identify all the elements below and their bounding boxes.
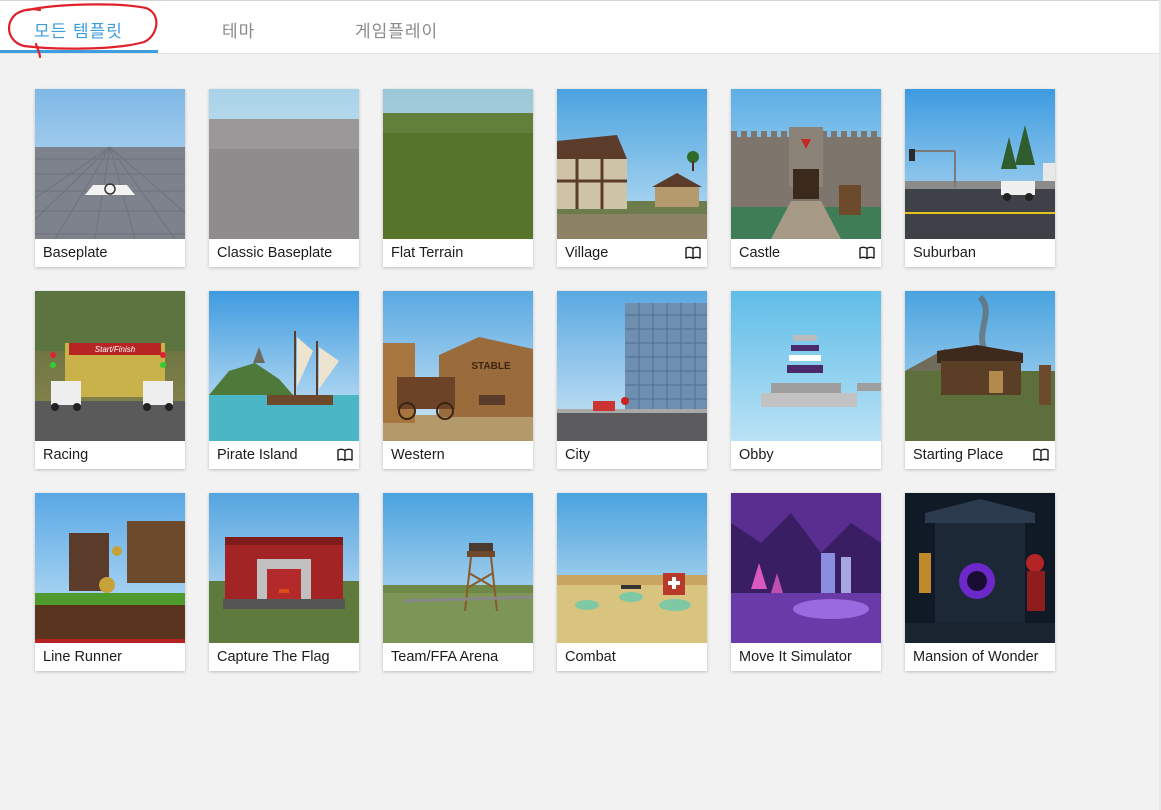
template-thumbnail[interactable] [35,493,185,643]
template-card-starting-place[interactable]: Starting Place [905,291,1055,469]
template-label: Classic Baseplate [217,245,333,261]
template-label: Capture The Flag [217,649,330,665]
tab-gameplay[interactable]: 게임플레이 [355,17,438,42]
template-card-village[interactable]: Village [557,89,707,267]
template-label: Team/FFA Arena [391,649,499,665]
template-thumbnail[interactable] [35,89,185,239]
template-thumbnail[interactable] [905,89,1055,239]
template-thumbnail[interactable] [383,493,533,643]
template-tab-bar: 모든 템플릿 테마 게임플레이 [0,0,1161,54]
template-thumbnail[interactable]: STABLE [383,291,533,441]
template-thumbnail[interactable] [731,89,881,239]
tab-theme[interactable]: 테마 [222,17,255,42]
template-thumbnail[interactable] [557,493,707,643]
template-card-pirate-island[interactable]: Pirate Island [209,291,359,469]
template-card-line-runner[interactable]: Line Runner [35,493,185,671]
template-card-baseplate[interactable]: Baseplate [35,89,185,267]
template-label: Combat [565,649,616,665]
book-icon [1033,448,1049,461]
template-card-combat[interactable]: Combat [557,493,707,671]
template-card-racing[interactable]: Start/Finish Racing [35,291,185,469]
template-label: Starting Place [913,447,1004,463]
template-label: Racing [43,447,89,463]
template-label: Castle [739,245,781,261]
template-label: Baseplate [43,245,108,261]
template-thumbnail[interactable] [209,291,359,441]
template-thumbnail[interactable] [905,291,1055,441]
template-card-castle[interactable]: Castle [731,89,881,267]
book-icon [859,246,875,259]
template-thumbnail[interactable] [731,291,881,441]
svg-text:STABLE: STABLE [471,361,511,372]
template-label: Move It Simulator [739,649,852,665]
book-icon [685,246,701,259]
template-thumbnail[interactable] [209,493,359,643]
template-thumbnail[interactable] [557,89,707,239]
template-card-team-ffa-arena[interactable]: Team/FFA Arena [383,493,533,671]
template-thumbnail[interactable] [731,493,881,643]
template-card-obby[interactable]: Obby [731,291,881,469]
template-thumbnail[interactable] [905,493,1055,643]
template-thumbnail[interactable] [557,291,707,441]
template-card-capture-the-flag[interactable]: Capture The Flag [209,493,359,671]
template-label: Suburban [913,245,976,261]
template-card-move-it-simulator[interactable]: Move It Simulator [731,493,881,671]
template-label: Village [565,245,609,261]
template-label: Pirate Island [217,447,298,463]
template-label: Western [391,447,445,463]
template-card-suburban[interactable]: Suburban [905,89,1055,267]
template-card-mansion-of-wonder[interactable]: Mansion of Wonder [905,493,1055,671]
svg-text:Start/Finish: Start/Finish [95,345,136,354]
active-tab-indicator [0,50,158,53]
template-label: City [565,447,590,463]
book-icon [337,448,353,461]
template-thumbnail[interactable] [383,89,533,239]
tab-all-templates[interactable]: 모든 템플릿 [34,17,123,42]
template-label: Line Runner [43,649,122,665]
template-label: Obby [739,447,774,463]
template-label: Flat Terrain [391,245,464,261]
template-card-city[interactable]: City [557,291,707,469]
template-card-classic-baseplate[interactable]: Classic Baseplate [209,89,359,267]
template-card-western[interactable]: STABLE Western [383,291,533,469]
template-card-flat-terrain[interactable]: Flat Terrain [383,89,533,267]
template-label: Mansion of Wonder [913,649,1039,665]
template-thumbnail[interactable]: Start/Finish [35,291,185,441]
template-thumbnail[interactable] [209,89,359,239]
